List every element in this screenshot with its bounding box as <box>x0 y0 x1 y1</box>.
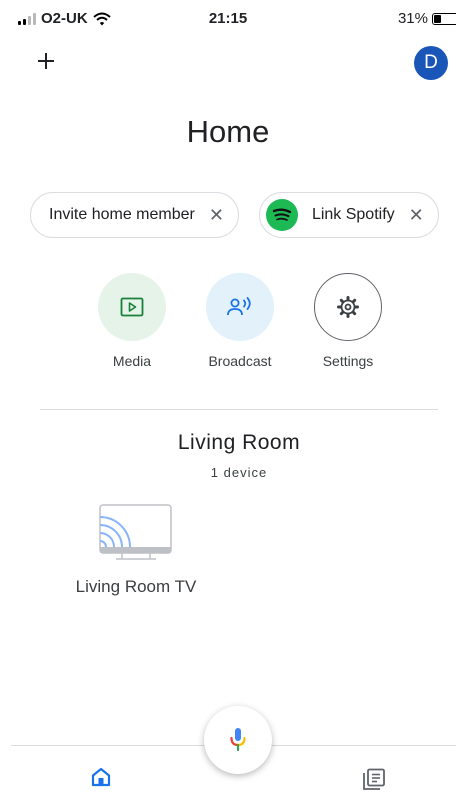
home-icon[interactable] <box>90 766 112 788</box>
status-time: 21:15 <box>208 10 248 27</box>
mic-button[interactable] <box>204 706 272 774</box>
media-play-icon <box>120 297 144 317</box>
device-label: Living Room TV <box>75 577 197 596</box>
broadcast-action[interactable]: Broadcast <box>204 273 276 369</box>
feed-icon[interactable] <box>362 768 386 790</box>
battery-percent: 31% <box>397 10 428 27</box>
settings-action[interactable]: Settings <box>312 273 384 369</box>
media-action[interactable]: Media <box>96 273 168 369</box>
broadcast-icon <box>227 297 251 316</box>
room-device-count: 1 device <box>210 465 268 480</box>
link-spotify-chip[interactable]: Link Spotify ✕ <box>258 192 439 238</box>
status-bar: O2-UK 21:15 31% <box>0 0 456 36</box>
gear-icon <box>337 296 359 318</box>
media-button[interactable] <box>98 273 166 341</box>
close-icon[interactable]: ✕ <box>409 205 424 226</box>
room-title: Living Room <box>177 431 301 454</box>
spotify-icon <box>265 199 298 231</box>
mic-icon <box>230 728 246 752</box>
cast-tv-icon <box>99 504 172 560</box>
invite-member-chip[interactable]: Invite home member ✕ <box>30 192 239 238</box>
quick-actions: Media Broadcast Settings <box>96 273 384 369</box>
invite-member-label: Invite home member <box>49 206 195 223</box>
status-right: 31% <box>398 10 456 27</box>
broadcast-label: Broadcast <box>208 353 272 369</box>
close-icon[interactable]: ✕ <box>209 205 224 226</box>
add-icon[interactable] <box>33 48 59 74</box>
media-label: Media <box>112 353 152 369</box>
suggestion-chips: Invite home member ✕ Link Spotify ✕ <box>30 192 439 238</box>
settings-button[interactable] <box>314 273 382 341</box>
link-spotify-label: Link Spotify <box>311 206 395 223</box>
battery-fill <box>434 14 441 23</box>
battery-icon <box>432 12 456 25</box>
settings-label: Settings <box>322 353 374 369</box>
device-living-room-tv[interactable]: Living Room TV <box>60 503 212 597</box>
page-title: Home <box>186 114 270 149</box>
broadcast-button[interactable] <box>206 273 274 341</box>
section-divider <box>40 409 438 410</box>
avatar[interactable]: D <box>414 46 448 80</box>
